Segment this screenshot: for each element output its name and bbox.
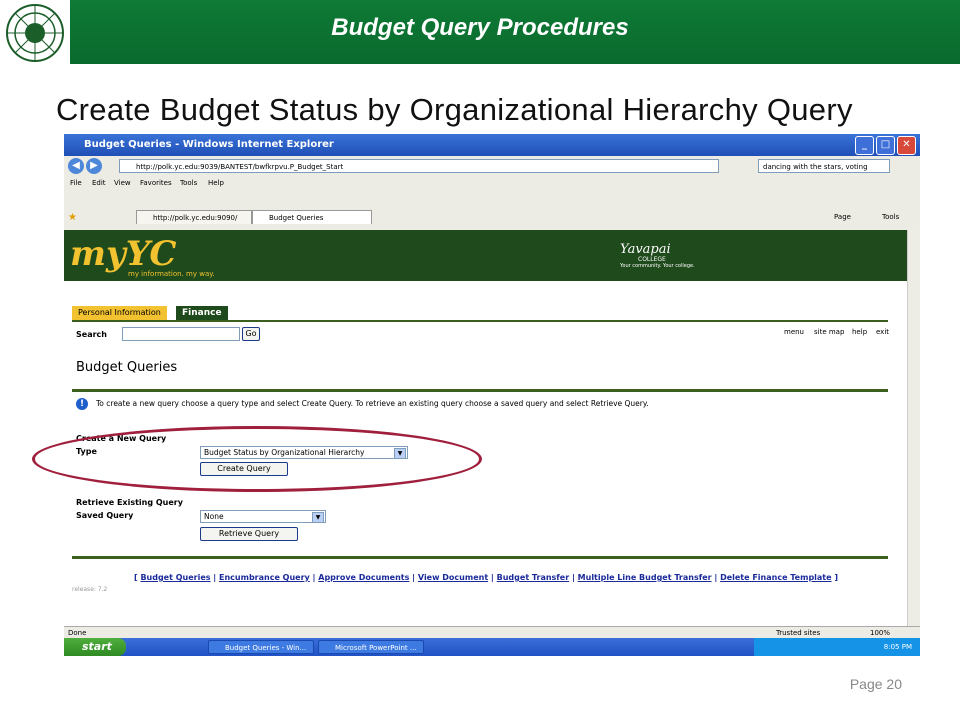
menu-file[interactable]: File [70,179,82,187]
menu-view[interactable]: View [114,179,131,187]
info-text: To create a new query choose a query typ… [96,399,649,408]
link-site-map[interactable]: site map [814,328,844,336]
slide-banner: Budget Query Procedures [0,0,960,64]
start-button[interactable]: start [64,638,126,656]
saved-query-value: None [204,512,224,521]
menu-favorites[interactable]: Favorites [140,179,172,187]
page-menu[interactable]: Page [834,213,851,221]
slide-title: Create Budget Status by Organizational H… [56,92,853,127]
link-budget-queries[interactable]: Budget Queries [140,573,210,582]
close-icon[interactable]: ✕ [897,136,916,155]
link-menu[interactable]: menu [784,328,804,336]
myyc-banner: myYC my information. my way. Yavapai COL… [64,230,908,281]
college-name: Yavapai [620,242,671,257]
link-approve-documents[interactable]: Approve Documents [318,573,409,582]
menu-bar: File Edit View Favorites Tools Help [64,176,920,207]
windows-taskbar: start Budget Queries - Win... Microsoft … [64,638,920,656]
retrieve-heading: Retrieve Existing Query [76,498,183,507]
college-tagline: Your community. Your college. [620,263,695,269]
highlight-ellipse [32,426,482,492]
link-help[interactable]: help [852,328,867,336]
footer-links: [ Budget Queries | Encumbrance Query | A… [133,573,839,582]
browser-screenshot: Budget Queries - Windows Internet Explor… [64,134,920,656]
release-version: release: 7.2 [72,586,108,593]
tab-divider [72,320,888,322]
link-multiple-line-budget-transfer[interactable]: Multiple Line Budget Transfer [578,573,712,582]
tab-finance[interactable]: Finance [176,306,228,320]
menu-edit[interactable]: Edit [92,179,106,187]
footer-divider [72,556,888,559]
link-view-document[interactable]: View Document [418,573,488,582]
address-bar[interactable]: http://polk.yc.edu:9039/BANTEST/bwfkrpvu… [119,159,719,173]
tab-toolbar: ★ http://polk.yc.edu:9090/ Budget Querie… [64,206,920,231]
taskbar-item-powerpoint[interactable]: Microsoft PowerPoint ... [318,640,424,654]
search-label: Search [76,330,107,339]
link-encumbrance-query[interactable]: Encumbrance Query [219,573,310,582]
tab-polk[interactable]: http://polk.yc.edu:9090/ [136,210,252,224]
tab-personal-information[interactable]: Personal Information [72,306,167,320]
chevron-down-icon[interactable]: ▼ [312,512,324,523]
myyc-logo: myYC [70,234,177,274]
vertical-scrollbar[interactable] [907,230,920,626]
tab-budget-queries[interactable]: Budget Queries [252,210,372,224]
myyc-tagline: my information. my way. [128,270,215,278]
system-tray: 8:05 PM [754,638,920,656]
college-sub: COLLEGE [638,256,666,263]
retrieve-query-button[interactable]: Retrieve Query [200,527,298,541]
minimize-icon[interactable]: _ [855,136,874,155]
back-icon[interactable]: ◀ [68,158,84,174]
banner-title: Budget Query Procedures [331,14,629,41]
go-button[interactable]: Go [242,327,260,341]
heading-divider [72,389,888,392]
link-exit[interactable]: exit [876,328,889,336]
link-delete-finance-template[interactable]: Delete Finance Template [720,573,832,582]
window-controls: _ □ ✕ [855,136,916,155]
maximize-icon[interactable]: □ [876,136,895,155]
saved-query-label: Saved Query [76,511,134,520]
page-number: Page 20 [849,676,902,692]
page-heading: Budget Queries [76,360,178,375]
address-toolbar: ◀ ▶ http://polk.yc.edu:9039/BANTEST/bwfk… [64,156,920,177]
info-icon: ! [76,398,88,410]
favorites-star-icon[interactable]: ★ [68,212,77,223]
link-budget-transfer[interactable]: Budget Transfer [497,573,570,582]
window-title: Budget Queries - Windows Internet Explor… [84,139,334,150]
search-input[interactable]: dancing with the stars, voting [758,159,890,173]
clock: 8:05 PM [883,643,912,651]
window-titlebar: Budget Queries - Windows Internet Explor… [64,134,920,156]
saved-query-select[interactable]: None ▼ [200,510,326,523]
forward-icon[interactable]: ▶ [86,158,102,174]
taskbar-item-ie[interactable]: Budget Queries - Win... [208,640,314,654]
menu-help[interactable]: Help [208,179,224,187]
portal-search-input[interactable] [122,327,240,341]
tools-menu[interactable]: Tools [882,213,899,221]
menu-tools[interactable]: Tools [180,179,197,187]
